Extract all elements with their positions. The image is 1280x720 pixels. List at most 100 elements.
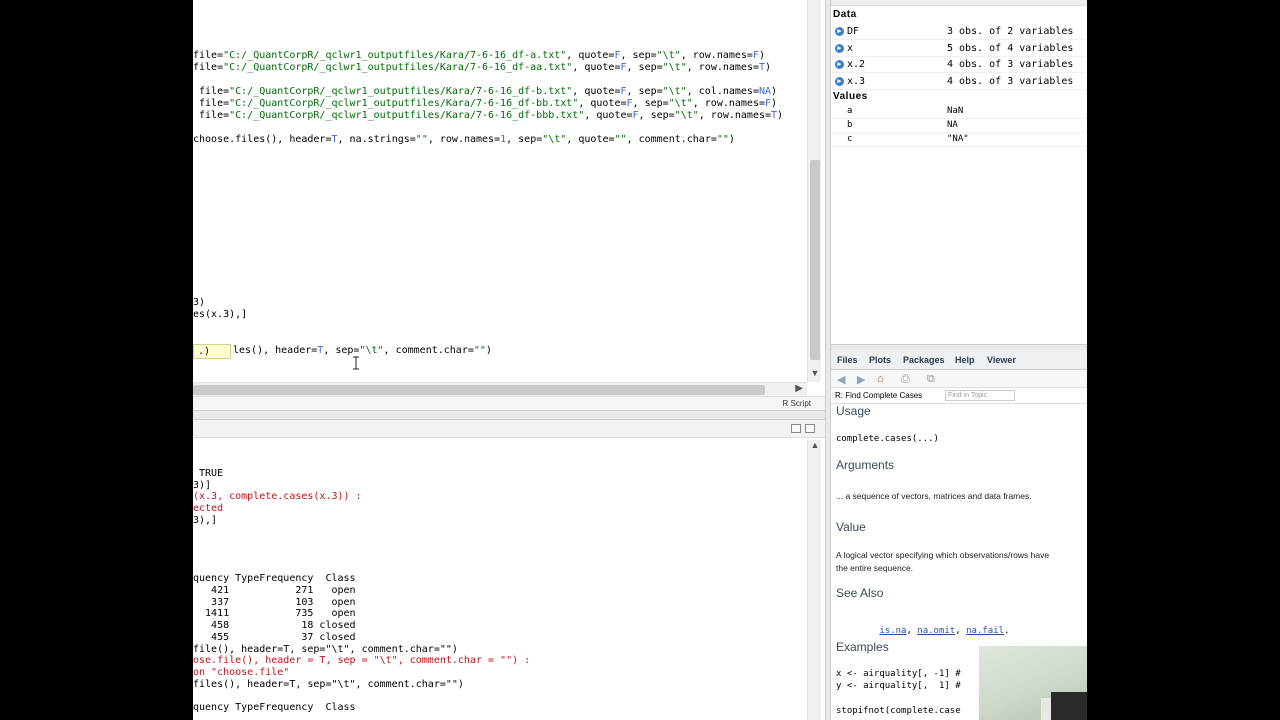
source-editor[interactable]: file="C:/_QuantCorpR/_qclwr1_outputfiles…	[193, 0, 825, 410]
console-pane[interactable]: TRUE 3)] (x.3, complete.cases(x.3)) : ected…	[193, 420, 825, 720]
tab-help[interactable]: Help	[955, 355, 975, 365]
code-token: , sep=	[626, 62, 663, 73]
help-tab-bar: Files Plots Packages Help Viewer	[831, 350, 1087, 370]
examples-heading: Examples	[836, 640, 889, 654]
code-line[interactable]: file="C:/_QuantCorpR/_qclwr1_outputfiles…	[193, 98, 777, 110]
webcam-object	[1051, 692, 1087, 720]
minimize-pane-icon[interactable]	[791, 424, 801, 433]
code-token: ""	[415, 134, 428, 145]
env-data-row[interactable]: ▶ DF 3 obs. of 2 variables	[831, 24, 1087, 40]
scroll-right-icon[interactable]: ▶	[795, 383, 803, 394]
code-token: es(x.3),]	[193, 309, 248, 320]
code-token: )	[777, 110, 784, 121]
code-line[interactable]: es(x.3),]	[193, 309, 247, 320]
tab-packages[interactable]: Packages	[903, 355, 945, 365]
code-token: file=	[193, 98, 230, 109]
var-value: 4 obs. of 3 variables	[947, 75, 1074, 87]
console-line: 337 103 open	[193, 596, 356, 608]
find-in-topic-input[interactable]: Find in Topic	[945, 390, 1015, 401]
code-token: ""	[716, 134, 729, 145]
expand-arrow-icon[interactable]: ▶	[835, 43, 844, 53]
console-line: TRUE	[193, 468, 224, 479]
code-line[interactable]: file="C:/_QuantCorpR/_qclwr1_outputfiles…	[193, 50, 765, 62]
console-line: quency TypeFrequency Class	[193, 702, 356, 713]
env-data-row[interactable]: ▶ x.2 4 obs. of 3 variables	[831, 57, 1087, 73]
code-token: "\t"	[359, 345, 384, 356]
code-token: "\t"	[674, 110, 699, 121]
expand-arrow-icon[interactable]: ▶	[835, 60, 844, 69]
pane-splitter[interactable]	[193, 410, 825, 420]
maximize-pane-icon[interactable]	[805, 424, 815, 433]
code-token: file=	[193, 110, 230, 121]
link-na-fail[interactable]: na.fail	[966, 626, 1004, 636]
env-value-row[interactable]: b NA	[831, 119, 1087, 133]
tab-viewer[interactable]: Viewer	[987, 355, 1016, 365]
env-value-row[interactable]: c "NA"	[831, 133, 1087, 147]
arguments-heading: Arguments	[836, 458, 895, 472]
code-line[interactable]: file="C:/_QuantCorpR/_qclwr1_outputfiles…	[193, 62, 771, 74]
environment-pane: Data ▶ DF 3 obs. of 2 variables ▶ x 5 obs. of…	[831, 0, 1087, 350]
env-value-row[interactable]: a NaN	[831, 105, 1087, 119]
editor-vertical-scrollbar[interactable]: ▼	[807, 0, 821, 382]
env-data-row[interactable]: ▶ x.3 4 obs. of 3 variables	[831, 74, 1087, 90]
popout-icon[interactable]: ⧉	[927, 373, 935, 386]
code-token: choose.files(), header=	[193, 134, 332, 145]
print-icon[interactable]: ⎙	[901, 373, 910, 386]
code-token: )	[728, 134, 735, 145]
code-line[interactable]: 3)	[193, 297, 205, 308]
code-token: "C:/_QuantCorpR/_qclwr1_outputfiles/Kara…	[229, 98, 579, 109]
scroll-up-icon[interactable]: ▲	[808, 440, 822, 450]
link-is-na[interactable]: is.na	[879, 626, 906, 636]
code-token: )	[765, 62, 772, 73]
editor-current-line[interactable]: les(), header=T, sep="\t", comment.char=…	[233, 345, 492, 356]
code-token: 3)	[193, 297, 206, 308]
code-token: , sep=	[506, 134, 543, 145]
home-icon[interactable]: ⌂	[877, 373, 884, 385]
arguments-text: ... a sequence of vectors, matrices and …	[836, 491, 1032, 501]
example-line: y <- airquality[, 1] #	[836, 681, 961, 691]
back-arrow-icon[interactable]: ◀	[837, 373, 845, 386]
environment-toolbar	[831, 0, 1087, 6]
value-heading: Value	[836, 520, 866, 534]
console-line: (x.3, complete.cases(x.3)) :	[193, 491, 362, 503]
code-token: )	[758, 50, 766, 61]
help-topic-bar: R: Find Complete Cases Find in Topic	[831, 388, 1087, 404]
console-line: on "choose.file"	[193, 666, 290, 678]
code-token: file=	[193, 86, 230, 97]
code-token: )	[771, 98, 778, 109]
scrollbar-thumb[interactable]	[810, 160, 820, 360]
var-value: "NA"	[947, 134, 969, 144]
autocomplete-popup[interactable]: .)	[193, 344, 231, 359]
expand-arrow-icon[interactable]: ▶	[835, 76, 844, 86]
console-line: ose.file(), header = T, sep = "\t", comm…	[193, 655, 531, 667]
code-line[interactable]: file="C:/_QuantCorpR/_qclwr1_outputfiles…	[193, 110, 783, 122]
editor-horizontal-scrollbar[interactable]: ▶	[193, 382, 807, 396]
var-name: c	[847, 134, 853, 144]
tab-plots[interactable]: Plots	[869, 355, 891, 365]
code-token: , row.names=	[692, 98, 765, 109]
usage-code: complete.cases(...)	[836, 434, 939, 444]
code-line[interactable]: choose.files(), header=T, na.strings="",…	[193, 134, 735, 146]
code-token: )	[485, 345, 492, 356]
env-data-row[interactable]: ▶ x 5 obs. of 4 variables	[831, 41, 1087, 57]
tab-files[interactable]: Files	[837, 355, 858, 365]
console-vertical-scrollbar[interactable]: ▲	[807, 440, 821, 720]
code-token: NA	[758, 86, 772, 97]
forward-arrow-icon[interactable]: ▶	[857, 373, 865, 386]
file-type-selector[interactable]: R Script	[783, 399, 811, 408]
expand-arrow-icon[interactable]: ▶	[835, 27, 844, 36]
console-line: 458 18 closed	[193, 620, 356, 632]
link-na-omit[interactable]: na.omit	[917, 626, 955, 636]
code-token: )	[771, 86, 778, 97]
code-token: "C:/_QuantCorpR/_qclwr1_outputfiles/Kara…	[223, 50, 567, 61]
help-topic-selector[interactable]: R: Find Complete Cases	[835, 391, 922, 400]
code-line[interactable]: file="C:/_QuantCorpR/_qclwr1_outputfiles…	[193, 86, 777, 98]
scroll-down-icon[interactable]: ▼	[808, 368, 822, 378]
code-token: , row.names=	[427, 134, 501, 145]
code-token: ""	[614, 134, 627, 145]
var-name: x	[847, 42, 854, 54]
code-token: , quote=	[572, 62, 621, 73]
scrollbar-thumb[interactable]	[193, 385, 765, 395]
code-token: , sep=	[323, 345, 360, 356]
values-section-header: Values	[833, 91, 868, 102]
